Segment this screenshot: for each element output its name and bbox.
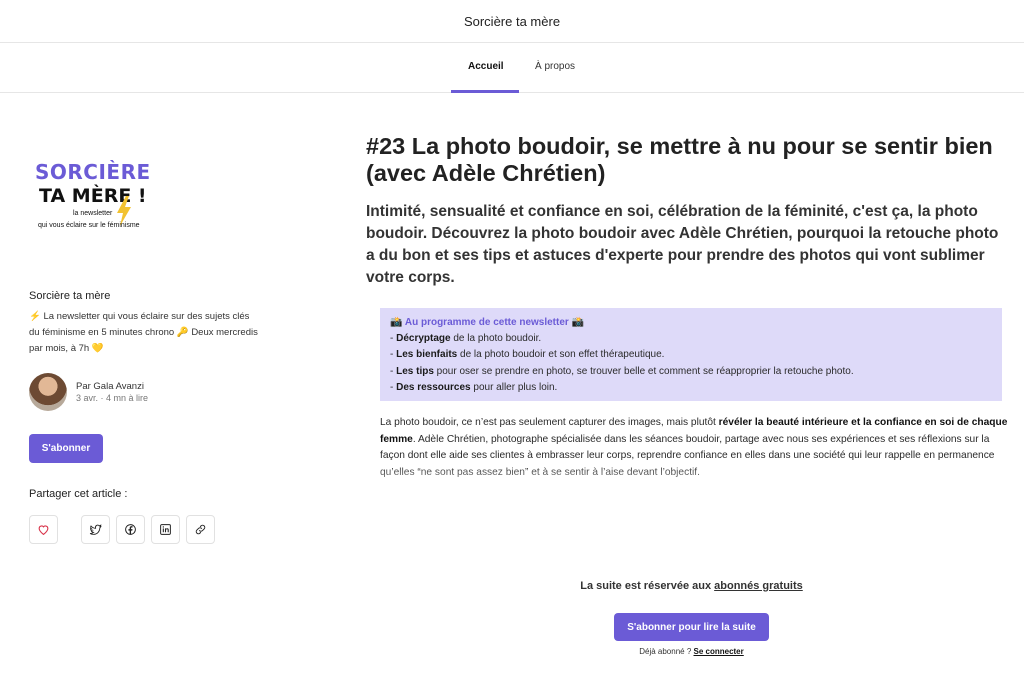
tab-a-propos[interactable]: À propos	[535, 43, 575, 93]
paywall-fade	[370, 462, 1020, 502]
lightning-icon	[117, 196, 131, 226]
nav-tabs: Accueil À propos	[0, 43, 1024, 93]
program-item: - Décryptage de la photo boudoir.	[390, 333, 542, 345]
paywall-message: La suite est réservée aux abonnés gratui…	[580, 580, 803, 592]
author-name[interactable]: Par Gala Avanzi	[76, 381, 144, 392]
link-icon	[195, 524, 206, 535]
program-item: - Des ressources pour aller plus loin.	[390, 381, 558, 393]
site-title[interactable]: Sorcière ta mère	[464, 14, 560, 29]
logo-line-3: la newsletter	[73, 210, 113, 217]
subscribe-button[interactable]: S'abonner	[29, 434, 103, 463]
tab-accueil[interactable]: Accueil	[468, 43, 504, 93]
author-avatar[interactable]	[29, 373, 67, 411]
share-label: Partager cet article :	[29, 488, 128, 500]
publication-description: ⚡ La newsletter qui vous éclaire sur des…	[29, 311, 258, 354]
top-bar: Sorcière ta mère	[0, 0, 1024, 43]
active-tab-indicator	[451, 90, 519, 93]
facebook-icon	[125, 524, 136, 535]
logo-line-1: SORCIÈRE	[35, 160, 151, 184]
login-link[interactable]: Se connecter	[694, 647, 744, 656]
linkedin-icon	[160, 524, 171, 535]
copy-link-button[interactable]	[186, 515, 215, 544]
share-twitter-button[interactable]	[81, 515, 110, 544]
share-facebook-button[interactable]	[116, 515, 145, 544]
article-title: #23 La photo boudoir, se mettre à nu pou…	[366, 133, 993, 186]
heart-icon	[38, 525, 49, 536]
program-title: 📸 Au programme de cette newsletter 📸	[390, 317, 585, 328]
subscribe-read-more-button[interactable]: S'abonner pour lire la suite	[614, 613, 769, 641]
twitter-icon	[89, 524, 102, 535]
free-subscribers-link[interactable]: abonnés gratuits	[714, 580, 803, 592]
already-subscribed: Déjà abonné ? Se connecter	[639, 647, 744, 656]
article-subtitle: Intimité, sensualité et confiance en soi…	[366, 203, 999, 286]
program-box: 📸 Au programme de cette newsletter 📸 - D…	[380, 308, 1002, 401]
publication-name: Sorcière ta mère	[29, 290, 111, 302]
program-item: - Les tips pour oser se prendre en photo…	[390, 365, 854, 377]
like-button[interactable]	[29, 515, 58, 544]
newsletter-logo[interactable]: SORCIÈRE TA MÈRE ! la newsletter qui vou…	[35, 160, 195, 240]
post-meta: 3 avr. · 4 mn à lire	[76, 393, 149, 403]
program-item: - Les bienfaits de la photo boudoir et s…	[390, 349, 665, 361]
share-linkedin-button[interactable]	[151, 515, 180, 544]
